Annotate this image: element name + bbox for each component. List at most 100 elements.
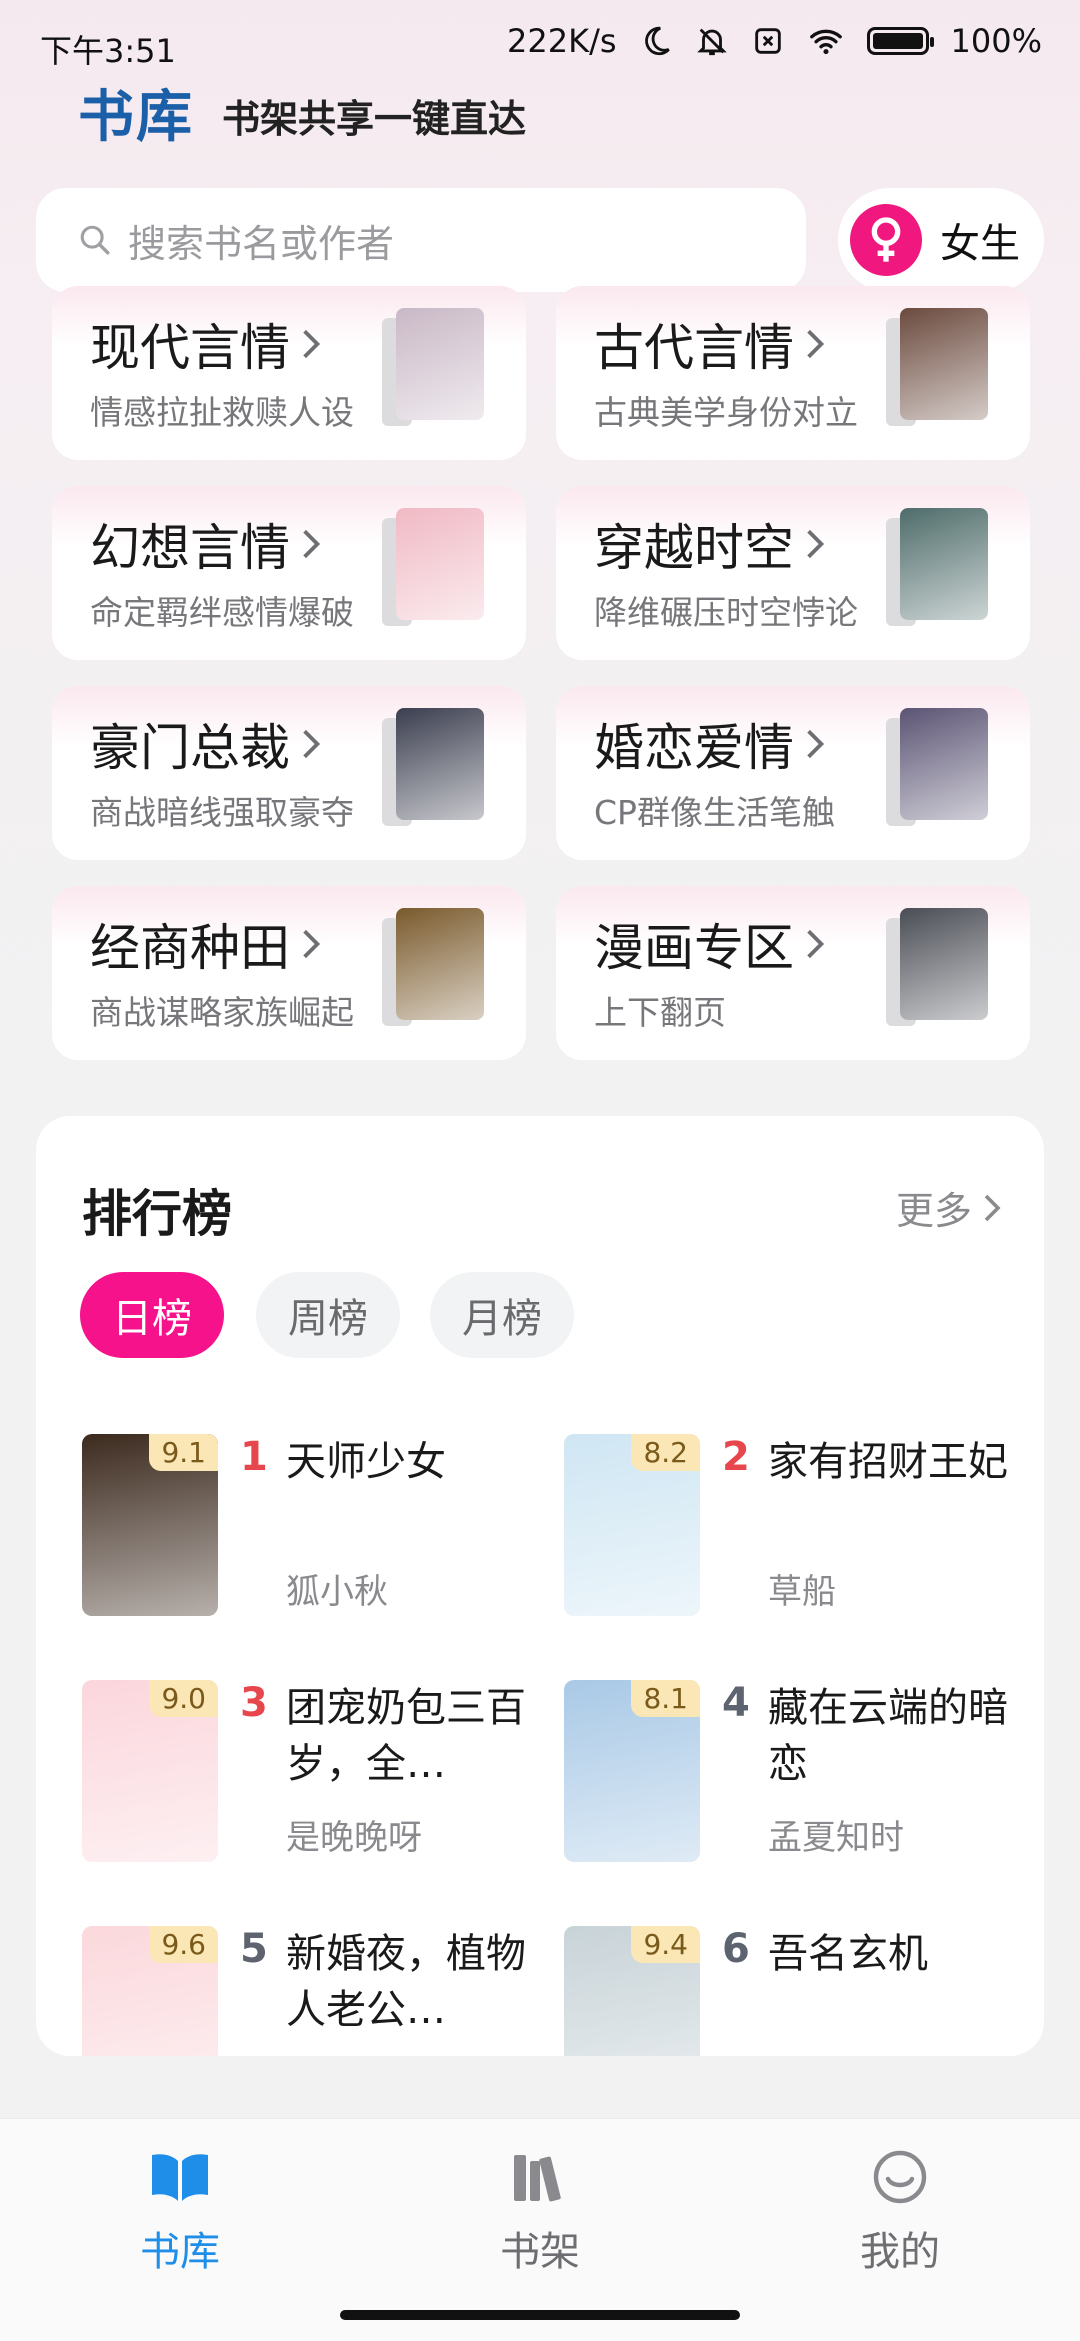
category-cover-image: [396, 908, 484, 1020]
more-label: 更多: [895, 1189, 972, 1233]
chevron-right-icon: [303, 929, 321, 959]
category-cover-image: [396, 508, 484, 620]
category-title-text: 经商种田: [90, 919, 290, 977]
rank-number: 2: [722, 1434, 750, 1480]
category-title: 古代言情: [594, 308, 826, 380]
category-subtitle: 商战谋略家族崛起: [90, 993, 354, 1032]
status-time: 下午3:51: [40, 32, 176, 70]
book-author: 孟夏知时: [768, 1818, 904, 1858]
category-cover-image: [900, 908, 988, 1020]
category-subtitle: 情感拉扯救赎人设: [90, 393, 354, 432]
status-icons: 222K/s 100%: [507, 22, 1042, 60]
header-slogan: 书架共享一键直达: [222, 97, 527, 141]
home-indicator: [340, 2310, 740, 2320]
score-badge: 9.4: [631, 1926, 700, 1963]
book-title: 藏在云端的暗恋: [768, 1685, 1008, 1787]
category-title-text: 豪门总裁: [90, 719, 290, 777]
category-title-text: 婚恋爱情: [594, 719, 794, 777]
book-title: 天师少女: [286, 1439, 446, 1485]
ranking-panel: 排行榜 更多 日榜 周榜 月榜 9.1 1 天师少女 狐小秋 8.2 2 家有招财王妃 草船 9…: [36, 1116, 1044, 2056]
book-cover-image: 9.1: [82, 1434, 218, 1616]
nav-label-profile: 我的: [860, 2229, 940, 2275]
category-title-text: 幻想言情: [90, 519, 290, 577]
book-cover-image: 9.0: [82, 1680, 218, 1862]
category-title: 现代言情: [90, 308, 322, 380]
book-title: 吾名玄机: [768, 1931, 928, 1977]
sim-off-icon: [754, 28, 781, 54]
mute-bell-icon: [696, 28, 727, 56]
ranking-book-item[interactable]: 9.0 3 团宠奶包三百岁，全… 是晚晚呀: [82, 1680, 562, 1900]
category-subtitle: 商战暗线强取豪夺: [90, 793, 354, 832]
rank-number: 6: [722, 1926, 750, 1972]
book-cover-image: 9.4: [564, 1926, 700, 2056]
tab-daily[interactable]: 日榜: [80, 1272, 224, 1358]
gender-switch-button[interactable]: 女生: [838, 188, 1044, 292]
tab-weekly[interactable]: 周榜: [256, 1272, 400, 1358]
rank-number: 1: [240, 1434, 268, 1480]
category-title: 幻想言情: [90, 508, 322, 580]
ranking-book-item[interactable]: 9.4 6 吾名玄机: [564, 1926, 1044, 2056]
nav-item-library[interactable]: 书库: [80, 2149, 280, 2277]
page-title: 书库: [78, 85, 194, 150]
category-card[interactable]: 现代言情情感拉扯救赎人设: [52, 286, 526, 460]
category-title-text: 古代言情: [594, 319, 794, 377]
battery-percent: 100%: [950, 22, 1042, 60]
score-badge: 8.1: [631, 1680, 700, 1717]
cover-stack: [886, 708, 1008, 826]
category-cover-image: [396, 308, 484, 420]
category-title: 漫画专区: [594, 908, 826, 980]
book-cover-image: 8.2: [564, 1434, 700, 1616]
category-card[interactable]: 婚恋爱情 CP群像生活笔触: [556, 686, 1030, 860]
category-cover-image: [900, 708, 988, 820]
search-input[interactable]: 搜索书名或作者: [36, 188, 806, 292]
bookshelf-icon: [514, 2155, 561, 2202]
ranking-book-item[interactable]: 9.1 1 天师少女 狐小秋: [82, 1434, 562, 1654]
cover-stack: [382, 908, 504, 1026]
category-title-text: 现代言情: [90, 319, 290, 377]
gender-label: 女生: [940, 221, 1020, 267]
female-icon: [850, 204, 922, 276]
chevron-right-icon: [807, 729, 825, 759]
category-card[interactable]: 古代言情 古典美学身份对立: [556, 286, 1030, 460]
cover-stack: [382, 708, 504, 826]
category-card[interactable]: 漫画专区 上下翻页: [556, 886, 1030, 1060]
book-cover-image: 9.6: [82, 1926, 218, 2056]
ranking-book-item[interactable]: 8.1 4 藏在云端的暗恋 孟夏知时: [564, 1680, 1044, 1900]
nav-item-profile[interactable]: 我的: [800, 2149, 1000, 2277]
category-card[interactable]: 幻想言情 命定羁绊感情爆破: [52, 486, 526, 660]
moon-icon: [644, 26, 670, 56]
category-title: 穿越时空: [594, 508, 826, 580]
smile-icon: [873, 2150, 927, 2204]
chevron-right-icon: [807, 329, 825, 359]
chevron-right-icon: [984, 1194, 1001, 1221]
rank-number: 5: [240, 1926, 268, 1972]
book-title: 家有招财王妃: [768, 1439, 1008, 1485]
cover-stack: [886, 508, 1008, 626]
category-subtitle: 降维碾压时空悖论: [594, 593, 858, 632]
nav-item-bookshelf[interactable]: 书架: [440, 2149, 640, 2277]
score-badge: 8.2: [631, 1434, 700, 1471]
more-button[interactable]: 更多: [896, 1180, 1002, 1235]
ranking-book-item[interactable]: 8.2 2 家有招财王妃草船: [564, 1434, 1044, 1654]
category-subtitle: 上下翻页: [594, 993, 726, 1032]
category-card[interactable]: 豪门总裁商战暗线强取豪夺: [52, 686, 526, 860]
book-title: 团宠奶包三百岁，全…: [286, 1685, 526, 1787]
search-placeholder: 搜索书名或作者: [128, 221, 395, 266]
network-speed: 222K/s: [507, 22, 617, 60]
rank-number: 3: [240, 1680, 268, 1726]
tab-monthly[interactable]: 月榜: [430, 1272, 574, 1358]
battery-icon: [866, 27, 934, 55]
cover-stack: [382, 508, 504, 626]
score-badge: 9.1: [149, 1434, 218, 1471]
category-card[interactable]: 穿越时空降维碾压时空悖论: [556, 486, 1030, 660]
cover-stack: [886, 908, 1008, 1026]
book-author: 草船: [768, 1572, 836, 1612]
chevron-right-icon: [303, 529, 321, 559]
book-cover-image: 8.1: [564, 1680, 700, 1862]
category-card[interactable]: 经商种田商战谋略家族崛起: [52, 886, 526, 1060]
score-badge: 9.0: [149, 1680, 218, 1717]
category-title: 豪门总裁: [90, 708, 322, 780]
chevron-right-icon: [807, 529, 825, 559]
chevron-right-icon: [303, 729, 321, 759]
ranking-book-item[interactable]: 9.6 5 新婚夜，植物人老公…: [82, 1926, 562, 2056]
